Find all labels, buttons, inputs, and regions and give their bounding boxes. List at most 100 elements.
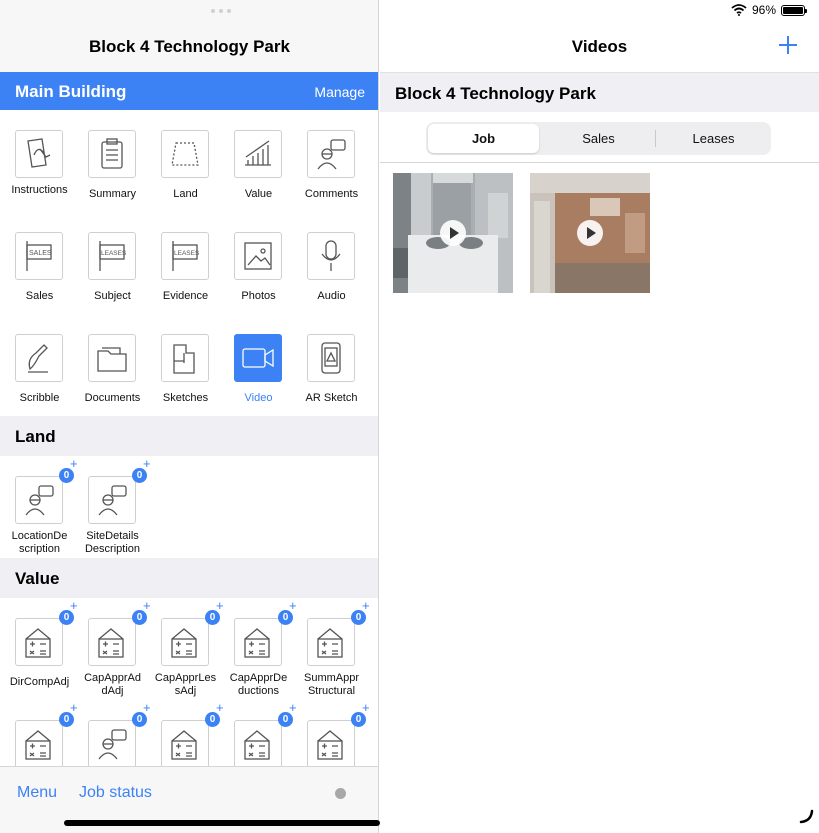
floorplan-icon xyxy=(173,344,195,374)
tile-icon-box xyxy=(88,130,136,178)
right-property-header: Block 4 Technology Park xyxy=(380,72,819,112)
video-thumbnail-exterior[interactable] xyxy=(530,173,650,293)
segment-divider xyxy=(655,130,656,147)
tile-icon-box xyxy=(234,130,282,178)
video-thumbnail-bathroom[interactable] xyxy=(393,173,513,293)
building-bar: Main Building Manage xyxy=(0,72,378,110)
tile-summary[interactable]: Summary xyxy=(76,110,149,212)
tile-item[interactable]: +0 xyxy=(76,700,151,766)
svg-text:LEASES: LEASES xyxy=(174,250,200,257)
plus-icon xyxy=(779,36,797,54)
add-video-button[interactable] xyxy=(778,34,798,58)
tile-land[interactable]: Land xyxy=(149,110,222,212)
photos-icon xyxy=(244,242,272,270)
calculator-house-icon xyxy=(317,628,343,658)
tile-scribble[interactable]: Scribble xyxy=(3,314,76,416)
add-mini-icon[interactable]: + xyxy=(362,599,370,612)
value-grid: +0 DirCompAdj +0 CapApprAd dAdj +0 CapApprLes… xyxy=(0,598,378,766)
tile-summappr-structural[interactable]: +0 SummAppr Structural xyxy=(295,598,370,700)
count-badge: 0 xyxy=(278,610,293,625)
count-badge: 0 xyxy=(278,712,293,727)
tile-icon-box xyxy=(15,618,63,666)
count-badge: 0 xyxy=(132,610,147,625)
tile-dircompadj[interactable]: +0 DirCompAdj xyxy=(3,598,78,700)
tile-ar-sketch[interactable]: AR Sketch xyxy=(295,314,368,416)
play-icon xyxy=(577,220,603,246)
menu-button[interactable]: Menu xyxy=(17,784,57,802)
segment-sales[interactable]: Sales xyxy=(543,124,654,153)
tile-capapprde-ductions[interactable]: +0 CapApprDe ductions xyxy=(222,598,297,700)
tile-capapprad-dadj[interactable]: +0 CapApprAd dAdj xyxy=(76,598,151,700)
tile-documents[interactable]: Documents xyxy=(76,314,149,416)
status-bar: 96% xyxy=(731,3,807,17)
tile-icon-box xyxy=(161,334,209,382)
count-badge: 0 xyxy=(59,468,74,483)
tile-icon-box: LEASES xyxy=(161,232,209,280)
tile-label: Value xyxy=(244,188,273,200)
tile-icon-box xyxy=(88,334,136,382)
tile-label: Comments xyxy=(304,188,359,200)
tile-comments[interactable]: Comments xyxy=(295,110,368,212)
comment-person-icon xyxy=(98,485,127,516)
tile-icon-box xyxy=(161,720,209,766)
tile-sketches[interactable]: Sketches xyxy=(149,314,222,416)
segment-leases[interactable]: Leases xyxy=(658,124,769,153)
sales-sign-icon: SALES xyxy=(26,241,52,271)
tile-icon-box xyxy=(15,720,63,766)
tile-audio[interactable]: Audio xyxy=(295,212,368,314)
tile-item[interactable]: +0 xyxy=(149,700,224,766)
tile-item[interactable]: +0 xyxy=(295,700,370,766)
calculator-house-icon xyxy=(171,628,197,658)
tile-item[interactable]: +0 xyxy=(3,700,78,766)
tile-icon-box xyxy=(234,618,282,666)
tile-sitedetails-description[interactable]: +0 SiteDetails Description xyxy=(76,456,151,558)
tile-icon-box xyxy=(307,130,355,178)
segment-job[interactable]: Job xyxy=(428,124,539,153)
leases-sign-icon: LEASES xyxy=(99,241,127,271)
value-section-title: Value xyxy=(15,569,60,588)
comment-person-icon xyxy=(98,729,127,760)
left-header: Block 4 Technology Park xyxy=(0,0,378,72)
tile-capapprles-sadj[interactable]: +0 CapApprLes sAdj xyxy=(149,598,224,700)
manage-button[interactable]: Manage xyxy=(314,84,365,100)
tile-label: CapApprAd dAdj xyxy=(84,672,141,697)
home-indicator xyxy=(64,820,380,826)
right-pane: 96% Videos Block 4 Technology Park Job S… xyxy=(380,0,819,833)
tile-item[interactable]: +0 xyxy=(222,700,297,766)
tile-instructions[interactable]: Instructions xyxy=(3,110,76,212)
comment-person-icon xyxy=(317,139,346,170)
count-badge: 0 xyxy=(351,610,366,625)
value-chart-icon xyxy=(245,140,271,166)
tile-video[interactable]: Video xyxy=(222,314,295,416)
tile-sales[interactable]: SALES Sales xyxy=(3,212,76,314)
tile-locationde-scription[interactable]: +0 LocationDe scription xyxy=(3,456,78,558)
comment-person-icon xyxy=(25,485,54,516)
drag-handle[interactable] xyxy=(211,9,231,13)
tile-label: Evidence xyxy=(162,290,209,302)
tile-icon-box xyxy=(234,334,282,382)
add-mini-icon[interactable]: + xyxy=(362,701,370,714)
tools-scroll-area[interactable]: Instructions Summary Land Value Comments SALE… xyxy=(0,110,378,766)
tile-value[interactable]: Value xyxy=(222,110,295,212)
tile-photos[interactable]: Photos xyxy=(222,212,295,314)
job-status-button[interactable]: Job status xyxy=(79,784,152,802)
tile-icon-box xyxy=(88,720,136,766)
tile-label: Sales xyxy=(25,290,54,302)
tile-subject[interactable]: LEASES Subject xyxy=(76,212,149,314)
battery-percentage: 96% xyxy=(751,3,776,17)
tile-icon-box: LEASES xyxy=(88,232,136,280)
tile-label: CapApprLes sAdj xyxy=(154,672,217,697)
tile-label: AR Sketch xyxy=(305,392,358,404)
tile-icon-box xyxy=(161,130,209,178)
tile-label: DirCompAdj xyxy=(9,676,70,688)
video-camera-icon xyxy=(242,348,274,368)
count-badge: 0 xyxy=(59,712,74,727)
microphone-icon xyxy=(321,240,341,271)
tile-evidence[interactable]: LEASES Evidence xyxy=(149,212,222,314)
tile-label: Instructions xyxy=(11,184,68,196)
svg-text:SALES: SALES xyxy=(29,250,52,257)
app-root: Block 4 Technology Park Main Building Ma… xyxy=(0,0,819,833)
tile-label: CapApprDe ductions xyxy=(229,672,288,697)
calculator-house-icon xyxy=(98,628,124,658)
add-mini-icon[interactable]: + xyxy=(143,457,151,470)
